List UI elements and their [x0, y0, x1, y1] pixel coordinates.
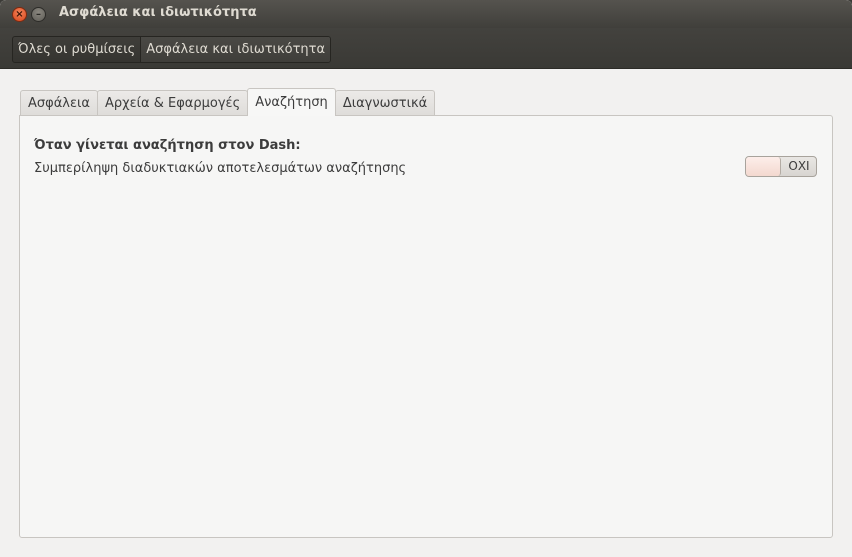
settings-window: × – Ασφάλεια και ιδιωτικότητα Όλες οι ρυ…: [0, 0, 852, 557]
window-title: Ασφάλεια και ιδιωτικότητα: [59, 5, 257, 20]
breadcrumb: Όλες οι ρυθμίσεις Ασφάλεια και ιδιωτικότ…: [12, 36, 332, 63]
toggle-state-text: ΟΧΙ: [788, 159, 810, 173]
section-heading: Όταν γίνεται αναζήτηση στον Dash:: [34, 138, 301, 153]
title-bar[interactable]: × – Ασφάλεια και ιδιωτικότητα: [0, 0, 852, 28]
minimize-icon[interactable]: –: [31, 7, 46, 22]
tab-files-applications[interactable]: Αρχεία & Εφαρμογές: [96, 90, 249, 116]
online-results-toggle[interactable]: ΟΧΙ: [745, 156, 817, 177]
tab-security[interactable]: Ασφάλεια: [20, 90, 98, 116]
toggle-knob[interactable]: [746, 157, 781, 176]
close-icon[interactable]: ×: [12, 7, 27, 22]
tab-bar: Ασφάλεια Αρχεία & Εφαρμογές Αναζήτηση Δι…: [20, 88, 436, 116]
online-results-label: Συμπερίληψη διαδυκτιακών αποτελεσμάτων α…: [34, 161, 407, 176]
tab-search[interactable]: Αναζήτηση: [247, 88, 336, 116]
breadcrumb-security-privacy[interactable]: Ασφάλεια και ιδιωτικότητα: [140, 37, 331, 62]
toolbar: Όλες οι ρυθμίσεις Ασφάλεια και ιδιωτικότ…: [0, 28, 852, 69]
breadcrumb-all-settings[interactable]: Όλες οι ρυθμίσεις: [13, 37, 140, 62]
search-tab-panel: Όταν γίνεται αναζήτηση στον Dash: Συμπερ…: [19, 115, 833, 538]
tab-diagnostics[interactable]: Διαγνωστικά: [334, 90, 436, 116]
